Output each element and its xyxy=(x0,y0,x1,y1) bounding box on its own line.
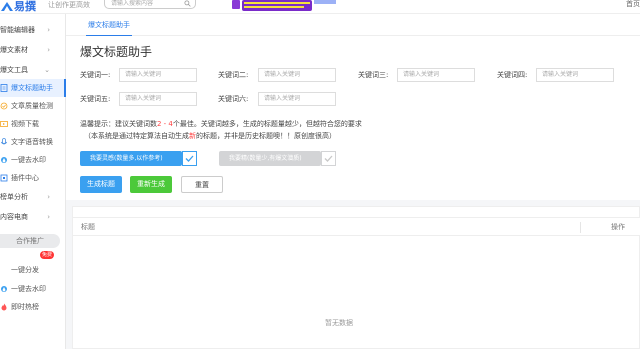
keyword-placeholder: 请输入关键词 xyxy=(125,71,162,78)
promo-item-hot-list[interactable]: 即时热榜 xyxy=(0,298,66,316)
empty-text: 暂无数据 xyxy=(325,319,353,327)
chevron-right-icon: › xyxy=(47,26,50,34)
sidebar-item-label: 一键去水印 xyxy=(11,156,46,164)
option-precise-checkbox[interactable] xyxy=(321,151,336,166)
sidebar-item-label: 文字语音转换 xyxy=(11,138,53,146)
option-more-button[interactable]: 我要灵感(数量多,以作参考) xyxy=(80,151,182,166)
promo-item-label: 即时热榜 xyxy=(11,303,39,311)
top-bar: 易撰 让创作更高效 请输入搜索内容 首页 xyxy=(0,0,640,14)
promo-item-label: 一键去水印 xyxy=(11,285,46,293)
promo-item-label: 一键分发 xyxy=(11,266,39,274)
sidebar-item-label: 视频下载 xyxy=(11,120,39,128)
result-table: 标题 操作 暂无数据 xyxy=(72,206,640,349)
promo-banner-icon[interactable] xyxy=(232,0,336,11)
sidebar-item-title-helper[interactable]: 爆文标题助手 xyxy=(0,79,66,97)
sidebar: 智能编辑器 › 爆文素材 › 爆文工具 ⌄ 爆文标题助手 文章质量检测 视频下载… xyxy=(0,14,66,349)
sidebar-item-label: 文章质量检测 xyxy=(11,102,53,110)
table-header: 标题 操作 xyxy=(73,217,640,236)
sidebar-item-label: 爆文工具 xyxy=(0,66,28,74)
keyword-placeholder: 请输入关键词 xyxy=(542,71,579,78)
tip-text: 个最佳。关键词越多，生成的标题量越少，但越符合您的要求 xyxy=(172,120,362,128)
keyword-placeholder: 请输入关键词 xyxy=(264,71,301,78)
tab-bar: 爆文标题助手 xyxy=(66,14,640,36)
sidebar-item-label: 爆文素材 xyxy=(0,46,28,54)
keyword-1-input[interactable]: 请输入关键词 xyxy=(119,68,197,82)
promo-item-distribute[interactable]: 一键分发 xyxy=(0,261,66,279)
option-more-checkbox[interactable] xyxy=(182,151,197,166)
check-icon xyxy=(324,155,333,162)
sidebar-item-plugins[interactable]: 插件中心 xyxy=(0,169,66,187)
promo-item-watermark[interactable]: 一键去水印 xyxy=(0,280,66,298)
chevron-right-icon: › xyxy=(47,193,50,201)
form-panel: 爆文标题助手 关键词一: 请输入关键词 关键词二: 请输入关键词 关键词三: 请… xyxy=(66,36,640,200)
sidebar-item-video[interactable]: 视频下载 xyxy=(0,115,66,133)
check-icon xyxy=(185,155,194,162)
column-action-header: 操作 xyxy=(611,223,625,231)
keyword-label: 关键词一: xyxy=(80,71,111,79)
tip-highlight: 新 xyxy=(189,132,196,140)
keyword-5-input[interactable]: 请输入关键词 xyxy=(119,92,197,106)
sidebar-item-label: 榜单分析 xyxy=(0,193,28,201)
watermark-icon xyxy=(1,157,7,163)
sidebar-item-label: 插件中心 xyxy=(11,174,39,182)
home-link[interactable]: 首页 xyxy=(626,0,640,9)
keyword-label: 关键词三: xyxy=(358,71,389,79)
sidebar-item-rank-analysis[interactable]: 榜单分析 › xyxy=(0,188,66,206)
logo-icon[interactable] xyxy=(0,1,14,13)
sidebar-item-tools[interactable]: 爆文工具 ⌄ xyxy=(0,61,66,79)
sidebar-item-label: 爆文标题助手 xyxy=(11,84,53,92)
video-icon xyxy=(0,121,8,127)
keyword-placeholder: 请输入关键词 xyxy=(264,95,301,102)
keyword-label: 关键词五: xyxy=(80,95,111,103)
option-precise-button[interactable]: 我要精(数量少,有爆文潜质) xyxy=(219,151,321,166)
tip-line-2: （本系统是通过特定算法自动生成新的标题，并非是历史标题噢！！原创度很高） xyxy=(84,131,336,141)
sidebar-item-ecommerce[interactable]: 内容电商 › xyxy=(0,208,66,226)
keyword-placeholder: 请输入关键词 xyxy=(125,95,162,102)
fire-icon xyxy=(1,303,7,311)
keyword-2-input[interactable]: 请输入关键词 xyxy=(258,68,336,82)
tip-text: 温馨提示：建议关键词数 xyxy=(80,120,157,128)
column-divider xyxy=(580,222,581,233)
speech-icon xyxy=(0,138,8,145)
sidebar-item-materials[interactable]: 爆文素材 › xyxy=(0,41,66,59)
reset-button[interactable]: 重置 xyxy=(181,176,223,193)
keyword-label: 关键词四: xyxy=(497,71,528,79)
search-icon[interactable] xyxy=(184,0,191,7)
sidebar-item-editor[interactable]: 智能编辑器 › xyxy=(0,21,66,39)
quality-icon xyxy=(0,102,8,110)
sidebar-item-label: 智能编辑器 xyxy=(0,26,35,34)
tip-text: 的标题，并非是历史标题噢！！原创度很高） xyxy=(196,132,336,140)
sidebar-item-watermark[interactable]: 一键去水印 xyxy=(0,151,66,169)
keyword-3-input[interactable]: 请输入关键词 xyxy=(397,68,475,82)
keyword-4-input[interactable]: 请输入关键词 xyxy=(536,68,614,82)
tip-highlight: 2 - 4 xyxy=(157,120,173,128)
chevron-right-icon: › xyxy=(47,213,50,221)
chevron-right-icon: › xyxy=(47,46,50,54)
sidebar-item-quality[interactable]: 文章质量检测 xyxy=(0,97,66,115)
keyword-label: 关键词六: xyxy=(218,95,249,103)
promo-header: 合作推广 xyxy=(0,234,60,248)
search-placeholder: 请输入搜索内容 xyxy=(111,0,154,7)
slogan: 让创作更高效 xyxy=(48,1,90,9)
logo-text[interactable]: 易撰 xyxy=(14,0,36,13)
keyword-label: 关键词二: xyxy=(218,71,249,79)
regenerate-button[interactable]: 重新生成 xyxy=(130,176,172,193)
tab-title-helper[interactable]: 爆文标题助手 xyxy=(86,20,132,36)
keyword-6-input[interactable]: 请输入关键词 xyxy=(258,92,336,106)
sidebar-item-speech[interactable]: 文字语音转换 xyxy=(0,133,66,151)
chevron-down-icon: ⌄ xyxy=(44,66,50,74)
tip-text: （本系统是通过特定算法自动生成 xyxy=(84,132,189,140)
free-badge: 免费 xyxy=(40,251,54,259)
search-input[interactable]: 请输入搜索内容 xyxy=(104,0,196,9)
watermark-icon xyxy=(1,286,7,292)
plugin-icon xyxy=(0,174,8,182)
page-title: 爆文标题助手 xyxy=(80,45,153,59)
sidebar-item-label: 内容电商 xyxy=(0,213,28,221)
tip-line-1: 温馨提示：建议关键词数2 - 4个最佳。关键词越多，生成的标题量越少，但越符合您… xyxy=(80,119,362,129)
generate-button[interactable]: 生成标题 xyxy=(80,176,122,193)
document-icon xyxy=(0,84,8,92)
column-title-header: 标题 xyxy=(81,223,95,231)
keyword-placeholder: 请输入关键词 xyxy=(403,71,440,78)
